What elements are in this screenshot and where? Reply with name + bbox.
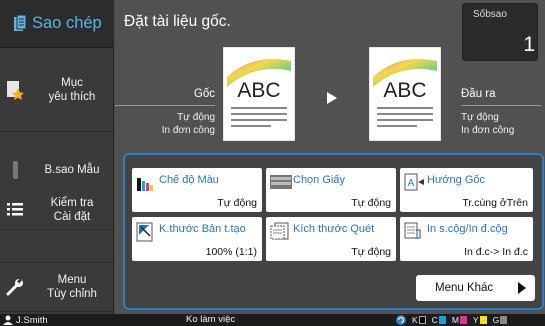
ink-swatch	[479, 316, 487, 324]
output-settings: Đầu ra Tự động In đơn công	[461, 88, 541, 137]
divider	[461, 105, 541, 106]
function-name: In s.cộg/In đ.cộg	[427, 223, 508, 235]
sidebar-item-label: Tùy chỉnh	[47, 288, 97, 300]
user-icon	[3, 315, 13, 325]
sidebar-item-custom-menu[interactable]: Menu Tùy chỉnh	[0, 262, 114, 312]
sidebar-item-check-settings[interactable]: Kiểm tra Cài đặt	[0, 190, 114, 230]
ink-label: Y	[472, 315, 479, 325]
ink-label: K	[412, 315, 418, 325]
ink-level-k: K	[412, 315, 426, 325]
output-sides: In đơn công	[461, 125, 515, 136]
machine-state: Ko làm việc	[186, 314, 236, 325]
play-arrow-icon	[518, 282, 526, 294]
user-name: J.Smith	[16, 314, 48, 326]
status-message: Đặt tài liệu gốc.	[124, 13, 231, 30]
more-menu-label: Menu Khác	[435, 282, 494, 294]
ink-level-g: G	[493, 315, 508, 325]
sidebar-item-label: Mục	[61, 76, 83, 89]
duplex-button[interactable]: In s.cộg/In đ.cộg In đ.c-> In đ.c	[400, 217, 533, 261]
original-sides: In đơn công	[161, 125, 215, 136]
function-value: Tr.cùng ởTrên	[462, 197, 528, 209]
ink-label: G	[492, 315, 500, 325]
original-settings: Gốc Tự động In đơn công	[115, 88, 215, 137]
function-name: Kích thước Quét	[293, 223, 375, 235]
ink-label: M	[451, 315, 459, 325]
output-mode: Tự động	[461, 112, 499, 123]
sidebar-item-label: Kiểm tra	[50, 196, 94, 209]
function-name: Chọn Giấy	[293, 174, 345, 186]
copies-label: Sốbsao	[473, 9, 507, 20]
original-orientation-button[interactable]: A Hướng Gốc Tr.cùng ởTrên	[400, 168, 533, 212]
output-title: Đầu ra	[461, 88, 496, 100]
main-area: Đặt tài liệu gốc. Sốbsao 1 Gốc Tự động I…	[115, 0, 545, 314]
favorite-star-icon	[7, 80, 24, 100]
copy-screen: Sao chép Mục yêu thích B.sao Mẫu Kiểm tr…	[0, 0, 545, 326]
sidebar-item-favorites[interactable]: Mục yêu thích	[0, 48, 114, 132]
list-icon	[7, 203, 23, 216]
sidebar-item-label: Cài đặt	[53, 210, 91, 223]
duplex-icon	[404, 222, 421, 239]
output-preview: ABC	[369, 47, 441, 141]
copies-value: 1	[523, 33, 535, 56]
preview-text: ABC	[383, 79, 426, 102]
ink-levels: K C M Y G	[396, 315, 508, 325]
sidebar-item-label: yêu thích	[48, 90, 96, 103]
ink-label: C	[431, 315, 438, 325]
sidebar-item-label: Menu	[57, 274, 87, 286]
function-value: Tự động	[351, 197, 391, 209]
original-preview: ABC	[223, 47, 295, 141]
orientation-icon: A	[404, 173, 424, 191]
original-title: Gốc	[193, 88, 215, 100]
sidebar-title[interactable]: Sao chép	[0, 0, 114, 48]
sidebar-item-sample-copy[interactable]: B.sao Mẫu	[0, 150, 114, 190]
copy-mode-icon	[14, 15, 26, 31]
ink-swatch	[438, 316, 446, 324]
preview-text: ABC	[237, 79, 280, 102]
function-panel: Chế độ Màu Tự động Chọn Giấy Tự động A H…	[123, 153, 544, 310]
ink-level-m: M	[452, 315, 467, 325]
svg-text:A: A	[408, 178, 415, 189]
more-menu-button[interactable]: Menu Khác	[416, 275, 535, 301]
ink-level-c: C	[432, 315, 446, 325]
sample-copy-indicator	[12, 161, 18, 179]
document-thumbnail-icon: ABC	[223, 47, 295, 141]
status-bar: J.Smith Ko làm việc K C M Y G	[0, 314, 545, 326]
reproduction-size-button[interactable]: K.thước Bản t.tạo 100% (1:1)	[132, 217, 262, 261]
sidebar-title-label: Sao chép	[32, 14, 102, 32]
reproduction-size-icon	[136, 222, 153, 242]
play-arrow-icon	[327, 92, 337, 104]
sidebar-item-label: B.sao Mẫu	[44, 164, 100, 176]
ink-level-y: Y	[473, 315, 487, 325]
wrench-icon	[6, 278, 23, 296]
color-mode-icon	[137, 178, 153, 191]
user-info[interactable]: J.Smith	[3, 314, 48, 326]
scan-size-button[interactable]: Kích thước Quét Tự động	[266, 217, 396, 261]
paper-tray-icon	[270, 175, 292, 189]
function-name: Hướng Gốc	[427, 174, 485, 186]
function-value: Tự động	[351, 246, 391, 258]
function-value: Tự động	[217, 197, 257, 209]
ink-swatch	[500, 316, 508, 324]
function-value: In đ.c-> In đ.c	[464, 246, 528, 258]
function-value: 100% (1:1)	[205, 246, 257, 258]
function-name: Chế độ Màu	[159, 174, 219, 186]
ink-swatch	[418, 316, 426, 324]
paper-select-button[interactable]: Chọn Giấy Tự động	[266, 168, 396, 212]
ink-swatch	[459, 316, 467, 324]
scan-size-icon	[270, 222, 289, 240]
function-name: K.thước Bản t.tạo	[159, 223, 246, 235]
color-mode-button[interactable]: Chế độ Màu Tự động	[132, 168, 262, 212]
original-mode: Tự động	[177, 112, 215, 123]
sidebar: Sao chép Mục yêu thích B.sao Mẫu Kiểm tr…	[0, 0, 114, 314]
copies-counter[interactable]: Sốbsao 1	[462, 3, 538, 61]
divider	[115, 105, 215, 106]
refresh-icon[interactable]	[396, 315, 406, 325]
document-thumbnail-icon: ABC	[369, 47, 441, 141]
